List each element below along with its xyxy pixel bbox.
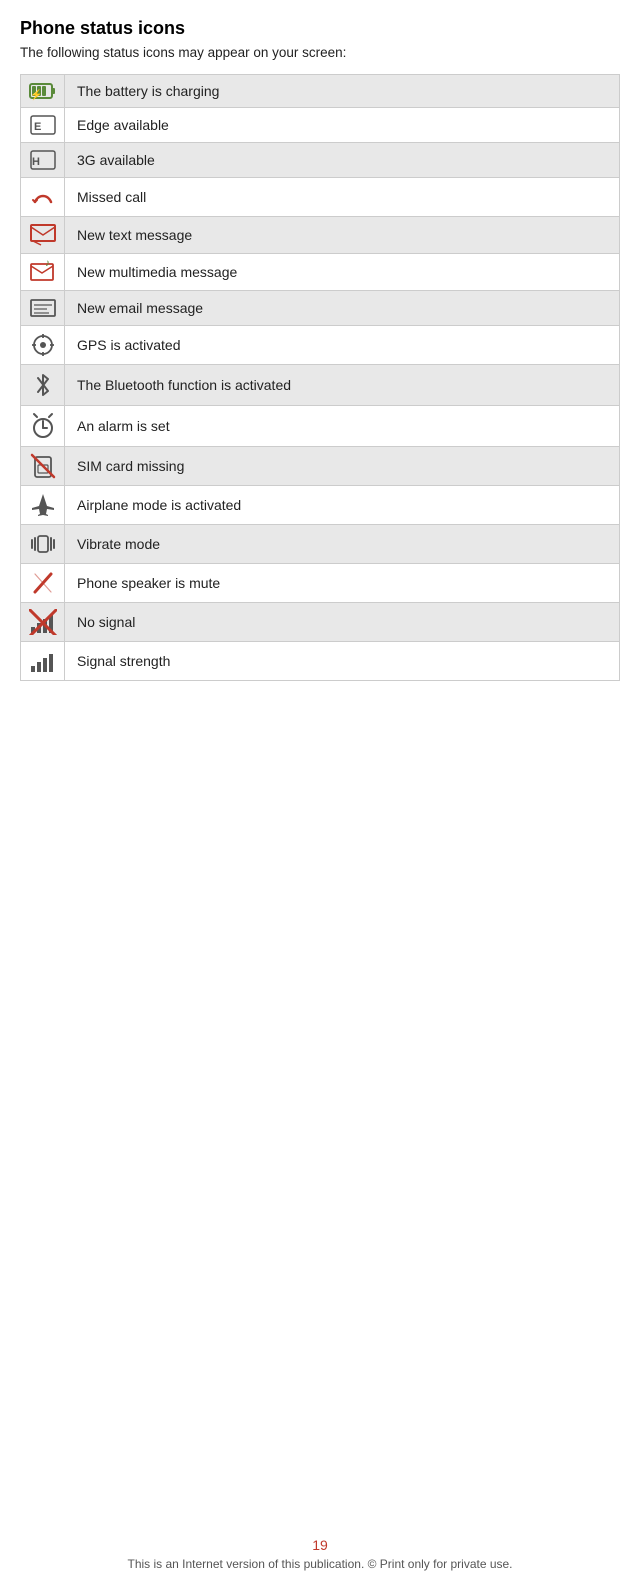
table-row: SIM card missing [21,447,620,486]
icon-cell-alarm [21,406,65,447]
desc-battery-charging: The battery is charging [65,75,620,108]
icon-cell-mute [21,564,65,603]
icon-cell-sim-missing [21,447,65,486]
desc-signal-strength: Signal strength [65,642,620,681]
table-row: Signal strength [21,642,620,681]
sim-missing-icon [30,453,56,479]
signal-strength-icon [29,648,57,674]
desc-missed-call: Missed call [65,178,620,217]
icon-cell-new-text [21,217,65,254]
table-row: No signal [21,603,620,642]
new-email-icon [29,297,57,319]
desc-new-text: New text message [65,217,620,254]
battery-charging-icon: ⚡ [29,81,57,101]
table-row: New text message [21,217,620,254]
desc-new-email: New email message [65,291,620,326]
3g-icon: H [29,149,57,171]
icon-cell-no-signal [21,603,65,642]
icon-cell-new-mms: ♪ [21,254,65,291]
missed-call-icon [30,184,56,210]
footer-note: This is an Internet version of this publ… [127,1557,512,1571]
new-mms-icon: ♪ [29,260,57,284]
desc-edge: Edge available [65,108,620,143]
page-number: 19 [0,1537,640,1553]
alarm-icon [30,412,56,440]
edge-icon: E [29,114,57,136]
icon-cell-vibrate [21,525,65,564]
no-signal-icon [29,609,57,635]
page-footer: 19 This is an Internet version of this p… [0,1537,640,1571]
icon-cell-signal-strength [21,642,65,681]
desc-new-mms: New multimedia message [65,254,620,291]
icon-cell-bluetooth [21,365,65,406]
icon-cell-gps [21,326,65,365]
table-row: The Bluetooth function is activated [21,365,620,406]
icon-cell-airplane [21,486,65,525]
desc-alarm: An alarm is set [65,406,620,447]
desc-sim-missing: SIM card missing [65,447,620,486]
svg-text:E: E [34,121,41,133]
icon-cell-battery-charging: ⚡ [21,75,65,108]
icon-cell-edge: E [21,108,65,143]
mute-icon [32,570,54,596]
bluetooth-icon [33,371,53,399]
table-row: Phone speaker is mute [21,564,620,603]
svg-text:⚡: ⚡ [30,88,42,101]
page-subtitle: The following status icons may appear on… [20,45,620,60]
vibrate-icon [30,531,56,557]
desc-vibrate: Vibrate mode [65,525,620,564]
desc-airplane: Airplane mode is activated [65,486,620,525]
table-row: New email message [21,291,620,326]
table-row: Vibrate mode [21,525,620,564]
desc-3g: 3G available [65,143,620,178]
table-row: ♪ New multimedia message [21,254,620,291]
icon-cell-new-email [21,291,65,326]
airplane-icon [30,492,56,518]
table-row: Airplane mode is activated [21,486,620,525]
table-row: H 3G available [21,143,620,178]
table-row: ⚡ The battery is charging [21,75,620,108]
table-row: An alarm is set [21,406,620,447]
desc-gps: GPS is activated [65,326,620,365]
table-row: GPS is activated [21,326,620,365]
page-title: Phone status icons [20,18,620,39]
desc-no-signal: No signal [65,603,620,642]
icon-cell-missed-call [21,178,65,217]
svg-text:H: H [32,156,40,168]
svg-text:♪: ♪ [45,260,50,269]
table-row: E Edge available [21,108,620,143]
gps-icon [30,332,56,358]
new-text-message-icon [29,223,57,247]
table-row: Missed call [21,178,620,217]
desc-bluetooth: The Bluetooth function is activated [65,365,620,406]
desc-mute: Phone speaker is mute [65,564,620,603]
status-icons-table: ⚡ The battery is charging E Edge availab… [20,74,620,681]
icon-cell-3g: H [21,143,65,178]
